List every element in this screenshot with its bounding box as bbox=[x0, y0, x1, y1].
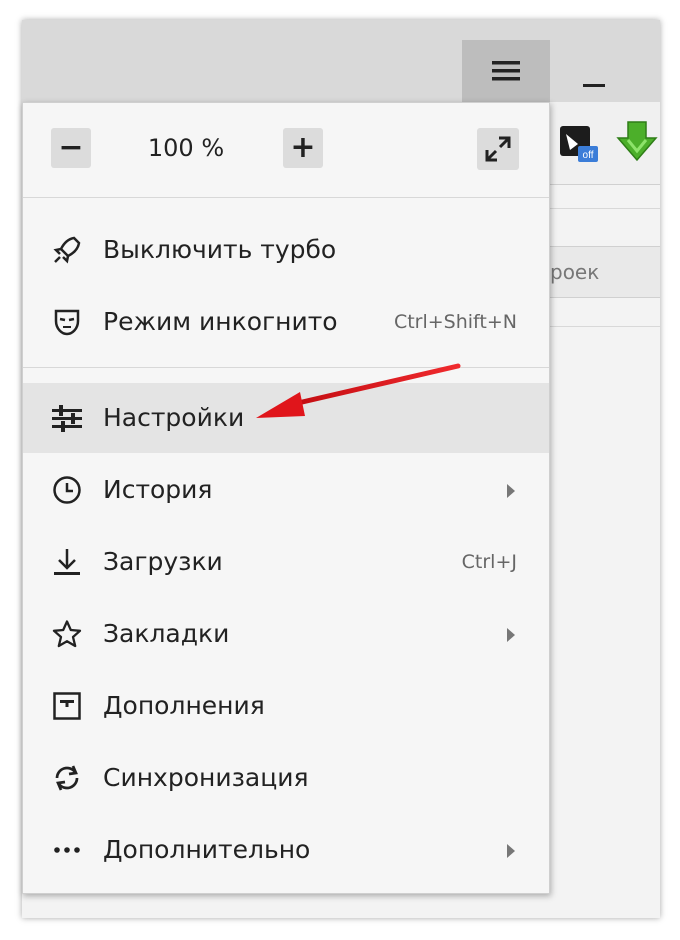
menu-separator bbox=[23, 197, 549, 198]
menu-item-turbo[interactable]: Выключить турбо bbox=[23, 215, 549, 285]
zoom-level: 100 % bbox=[147, 134, 225, 162]
menu-item-label: История bbox=[103, 475, 213, 504]
sliders-icon bbox=[52, 405, 82, 432]
menu-item-bookmarks[interactable]: Закладки bbox=[23, 599, 549, 669]
title-bar bbox=[22, 20, 660, 102]
menu-item-sync[interactable]: Синхронизация bbox=[23, 743, 549, 813]
more-icon bbox=[54, 847, 80, 853]
menu-separator bbox=[23, 367, 549, 368]
menu-item-extensions[interactable]: Дополнения bbox=[23, 671, 549, 741]
download-arrow-icon bbox=[616, 121, 658, 162]
menu-item-label: Выключить турбо bbox=[103, 235, 337, 264]
menu-button[interactable] bbox=[462, 40, 550, 102]
menu-item-more[interactable]: Дополнительно bbox=[23, 815, 549, 885]
zoom-row: − 100 % + bbox=[23, 103, 549, 197]
menu-item-label: Дополнительно bbox=[103, 835, 311, 864]
off-extension-icon: off bbox=[560, 126, 598, 162]
menu-item-label: Синхронизация bbox=[103, 763, 309, 792]
svg-text:off: off bbox=[583, 150, 594, 161]
menu-item-shortcut: Ctrl+Shift+N bbox=[393, 311, 517, 333]
submenu-arrow-icon bbox=[507, 844, 515, 858]
submenu-arrow-icon bbox=[507, 628, 515, 642]
browser-menu: − 100 % + Выключить турбо Режим инкогнит… bbox=[22, 102, 550, 894]
zoom-in-button[interactable]: + bbox=[283, 128, 323, 168]
extensions-icon bbox=[53, 692, 81, 720]
download-icon bbox=[54, 549, 80, 575]
menu-item-settings[interactable]: Настройки bbox=[23, 383, 549, 453]
sync-icon bbox=[55, 765, 79, 791]
star-icon bbox=[52, 620, 82, 648]
background-search-field: роек bbox=[542, 246, 660, 298]
off-extension-button[interactable]: off bbox=[558, 124, 598, 164]
rocket-off-icon bbox=[53, 236, 81, 264]
clock-icon bbox=[53, 476, 81, 504]
hamburger-icon bbox=[492, 61, 520, 81]
minimize-icon bbox=[583, 83, 605, 87]
menu-item-shortcut: Ctrl+J bbox=[461, 551, 517, 573]
fullscreen-icon bbox=[485, 136, 511, 162]
background-divider bbox=[542, 208, 660, 209]
fullscreen-button[interactable] bbox=[477, 128, 519, 170]
menu-item-label: Настройки bbox=[103, 403, 245, 432]
menu-item-label: Дополнения bbox=[103, 691, 265, 720]
background-divider bbox=[542, 326, 660, 327]
minimize-button[interactable] bbox=[570, 60, 618, 100]
menu-item-history[interactable]: История bbox=[23, 455, 549, 525]
submenu-arrow-icon bbox=[507, 484, 515, 498]
menu-item-label: Режим инкогнито bbox=[103, 307, 338, 336]
menu-item-label: Закладки bbox=[103, 619, 230, 648]
menu-item-incognito[interactable]: Режим инкогнито Ctrl+Shift+N bbox=[23, 287, 549, 357]
menu-item-downloads[interactable]: Загрузки Ctrl+J bbox=[23, 527, 549, 597]
menu-item-label: Загрузки bbox=[103, 547, 223, 576]
zoom-out-button[interactable]: − bbox=[51, 128, 91, 168]
download-extension-button[interactable] bbox=[614, 120, 660, 166]
mask-icon bbox=[54, 309, 80, 336]
